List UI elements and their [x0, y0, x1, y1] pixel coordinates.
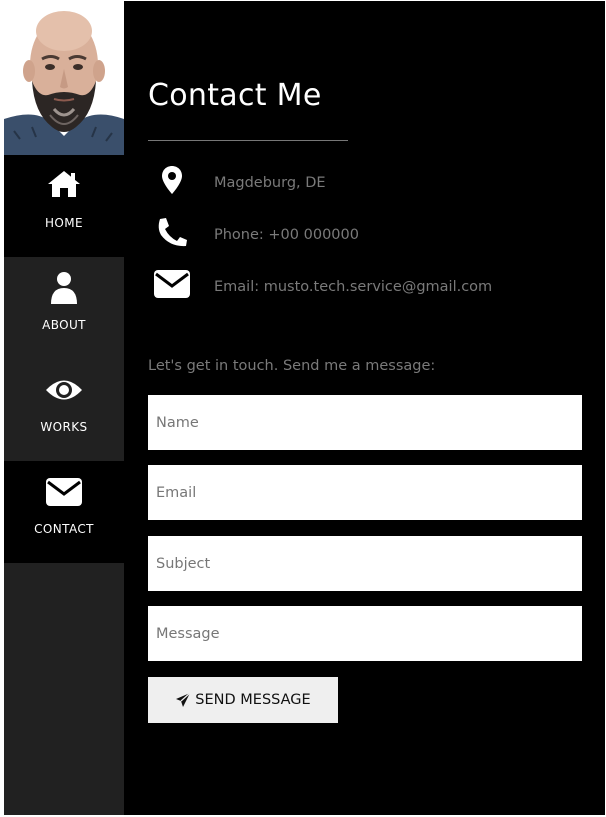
paper-plane-icon — [175, 692, 191, 708]
map-marker-icon — [148, 165, 196, 201]
nav-item-label: ABOUT — [42, 318, 86, 332]
nav-item-contact[interactable]: CONTACT — [4, 461, 124, 563]
nav-item-about[interactable]: ABOUT — [4, 257, 124, 359]
location-row: Magdeburg, DE — [148, 165, 605, 201]
phone-text: Phone: +00 000000 — [214, 227, 359, 243]
nav-item-works[interactable]: WORKS — [4, 359, 124, 461]
nav-item-label: WORKS — [40, 420, 88, 434]
nav-item-label: CONTACT — [34, 522, 94, 536]
location-text: Magdeburg, DE — [214, 175, 326, 191]
page-title: Contact Me — [148, 78, 322, 113]
title-divider — [148, 140, 348, 141]
user-icon — [4, 271, 124, 305]
envelope-icon — [4, 477, 124, 511]
eye-icon — [4, 377, 124, 411]
send-message-button[interactable]: SEND MESSAGE — [148, 677, 338, 723]
home-icon — [4, 169, 124, 203]
email-text[interactable]: Email: musto.tech.service@gmail.com — [214, 279, 492, 295]
name-input[interactable] — [148, 395, 582, 450]
form-intro: Let's get in touch. Send me a message: — [148, 358, 436, 374]
nav-item-home[interactable]: HOME — [4, 155, 124, 257]
sidebar: HOME ABOUT WORKS CONTACT — [4, 1, 124, 815]
message-input[interactable] — [148, 606, 582, 661]
phone-row: Phone: +00 000000 — [148, 217, 605, 253]
email-input[interactable] — [148, 465, 582, 520]
nav-item-label: HOME — [44, 216, 83, 230]
contact-section: Contact Me Magdeburg, DE Phone: +00 0000… — [148, 1, 605, 815]
subject-input[interactable] — [148, 536, 582, 591]
send-message-label: SEND MESSAGE — [195, 692, 311, 708]
phone-icon — [148, 217, 196, 253]
envelope-icon — [148, 269, 196, 305]
page-frame: HOME ABOUT WORKS CONTACT Contact Me Magd… — [4, 1, 605, 815]
email-row: Email: musto.tech.service@gmail.com — [148, 269, 605, 305]
avatar — [4, 1, 124, 155]
profile-photo — [4, 1, 124, 155]
